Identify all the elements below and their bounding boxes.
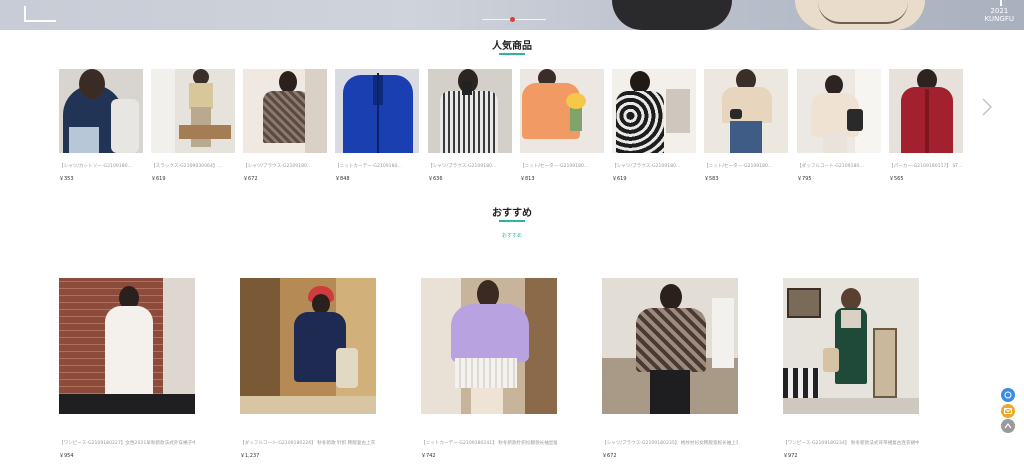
product-image[interactable] xyxy=(335,69,419,153)
product-name[interactable]: 【ダッフルコート-G2109180224】 秋冬新款 针织 韩版复古上衣… xyxy=(240,440,376,446)
title-underline xyxy=(499,220,525,222)
product-price: ￥972 xyxy=(783,453,798,459)
product-image[interactable] xyxy=(889,69,963,153)
product-card[interactable]: 【ニット/セーター-G2109180… ￥813 xyxy=(520,69,604,182)
product-card[interactable]: 【ダッフルコート-G2109180… ￥795 xyxy=(797,69,881,182)
product-name[interactable]: 【シャツ/ブラウス-G2109180… xyxy=(428,163,512,169)
product-name[interactable]: 【シャツ/カットソー-G2109180… xyxy=(59,163,143,169)
product-name[interactable]: 【ワンピース-G2109180234】 秋冬新款法式背带裙复古连衣裙中长… xyxy=(783,440,919,446)
product-image[interactable] xyxy=(612,69,696,153)
product-name[interactable]: 【シャツ/ブラウス-G2109180… xyxy=(243,163,327,169)
product-card[interactable]: 【ニット/セーター-G2109180… ￥583 xyxy=(704,69,788,182)
product-name[interactable]: 【ニットカーデー-G2109180… xyxy=(335,163,419,169)
back-to-top-button[interactable] xyxy=(1001,419,1015,433)
banner-model-outline xyxy=(818,2,908,24)
product-price: ￥583 xyxy=(704,176,719,182)
recommend-section-title: おすすめ xyxy=(492,208,532,219)
product-image[interactable] xyxy=(704,69,788,153)
product-image[interactable] xyxy=(797,69,881,153)
brand-name: KUNGFU xyxy=(984,15,1014,23)
carousel-indicator[interactable] xyxy=(482,16,546,26)
product-card[interactable]: 【シャツ/ブラウス-G2109180… ￥636 xyxy=(428,69,512,182)
product-card[interactable]: 【シャツ/ブラウス-G2109180235】 格纹衬衫女韩版宽松长袖上衣… ￥6… xyxy=(602,278,738,459)
brand-logo: 2021 KUNGFU xyxy=(985,7,1014,23)
product-image[interactable] xyxy=(421,278,557,414)
product-card[interactable]: 【ニットカーデー-G2109180241】 秋冬新款针织衫翻领长袖显瘦上… ￥7… xyxy=(421,278,557,459)
product-price: ￥636 xyxy=(428,176,443,182)
hero-banner[interactable]: 2021 KUNGFU xyxy=(0,0,1024,30)
product-card[interactable]: 【ダッフルコート-G2109180224】 秋冬新款 针织 韩版复古上衣… ￥1… xyxy=(240,278,376,459)
chat-button[interactable] xyxy=(1001,388,1015,402)
product-image[interactable] xyxy=(520,69,604,153)
mail-button[interactable] xyxy=(1001,404,1015,418)
product-name[interactable]: 【ダッフルコート-G2109180… xyxy=(797,163,881,169)
product-price: ￥848 xyxy=(335,176,350,182)
product-card[interactable]: 【シャツ/カットソー-G2109180… ￥353 xyxy=(59,69,143,182)
product-name[interactable]: 【パーカー-G2109180117】 ST… xyxy=(889,163,963,169)
product-price: ￥795 xyxy=(797,176,812,182)
product-card[interactable]: 【パーカー-G2109180117】 ST… ￥565 xyxy=(889,69,963,182)
product-card[interactable]: 【シャツ/ブラウス-G2109180… ￥672 xyxy=(243,69,327,182)
product-card[interactable]: 【ニットカーデー-G2109180… ￥848 xyxy=(335,69,419,182)
product-price: ￥353 xyxy=(59,176,74,182)
product-price: ￥672 xyxy=(243,176,258,182)
product-name[interactable]: 【ニットカーデー-G2109180241】 秋冬新款针织衫翻领长袖显瘦上… xyxy=(421,440,557,446)
next-arrow[interactable] xyxy=(982,98,994,116)
chat-icon xyxy=(1004,391,1012,399)
product-image[interactable] xyxy=(602,278,738,414)
product-name[interactable]: 【スラックス-G2109030064】… xyxy=(151,163,235,169)
product-image[interactable] xyxy=(783,278,919,414)
product-image[interactable] xyxy=(240,278,376,414)
product-price: ￥813 xyxy=(520,176,535,182)
brand-divider xyxy=(1000,0,1002,6)
product-price: ￥1,237 xyxy=(240,453,260,459)
product-price: ￥619 xyxy=(151,176,166,182)
product-price: ￥672 xyxy=(602,453,617,459)
product-image[interactable] xyxy=(428,69,512,153)
corner-bracket-icon xyxy=(24,6,56,22)
product-name[interactable]: 【ニット/セーター-G2109180… xyxy=(520,163,604,169)
product-price: ￥619 xyxy=(612,176,627,182)
product-name[interactable]: 【ニット/セーター-G2109180… xyxy=(704,163,788,169)
product-price: ￥565 xyxy=(889,176,904,182)
arrow-up-icon xyxy=(1004,423,1012,429)
banner-model-dark xyxy=(612,0,732,30)
product-card[interactable]: 【スラックス-G2109030064】… ￥619 xyxy=(151,69,235,182)
mail-icon xyxy=(1004,408,1012,414)
product-name[interactable]: 【ワンピース-G2109180227】女性2021早秋新款法式外穿裙子中… xyxy=(59,440,195,446)
product-image[interactable] xyxy=(59,278,195,414)
product-card[interactable]: 【シャツ/ブラウス-G2109180… ￥619 xyxy=(612,69,696,182)
title-underline xyxy=(499,53,525,55)
recommend-tab-link[interactable]: おすすめ xyxy=(0,232,1024,239)
product-price: ￥954 xyxy=(59,453,74,459)
brand-year: 2021 xyxy=(990,7,1009,15)
product-image[interactable] xyxy=(59,69,143,153)
product-image[interactable] xyxy=(243,69,327,153)
popular-section-title: 人気商品 xyxy=(492,41,532,52)
product-price: ￥742 xyxy=(421,453,436,459)
carousel-active-dot[interactable] xyxy=(510,17,515,22)
product-card[interactable]: 【ワンピース-G2109180234】 秋冬新款法式背带裙复古连衣裙中长… ￥9… xyxy=(783,278,919,459)
product-image[interactable] xyxy=(151,69,235,153)
product-card[interactable]: 【ワンピース-G2109180227】女性2021早秋新款法式外穿裙子中… ￥9… xyxy=(59,278,195,459)
product-name[interactable]: 【シャツ/ブラウス-G2109180235】 格纹衬衫女韩版宽松长袖上衣… xyxy=(602,440,738,446)
product-name[interactable]: 【シャツ/ブラウス-G2109180… xyxy=(612,163,696,169)
chevron-right-icon[interactable] xyxy=(982,98,993,116)
